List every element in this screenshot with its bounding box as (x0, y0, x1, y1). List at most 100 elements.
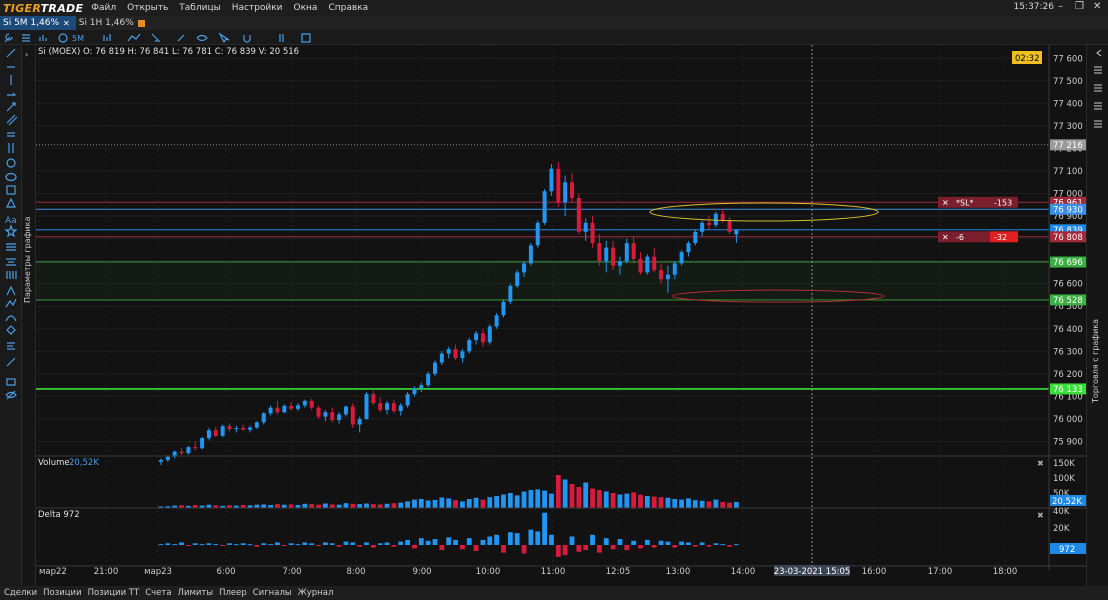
x-tick-label: мар22 (39, 567, 67, 577)
chart-params-sidebar[interactable]: › Параметры графика (22, 45, 36, 586)
text-tool-icon[interactable]: Aa (5, 216, 17, 226)
order-widget[interactable]: ✕ -6 -32 (938, 231, 1018, 243)
volume-bar (535, 489, 541, 508)
trading-from-chart-label: Торговля с графика (1091, 318, 1100, 403)
delta-bar (398, 541, 404, 545)
order-widget[interactable]: ✕ *SL* -153 (938, 196, 1018, 208)
y-tick-label: 76 300 (1053, 347, 1083, 357)
volume-bar (658, 497, 664, 508)
tab-accounts[interactable]: Счета (145, 588, 171, 598)
delta-bar (535, 531, 541, 545)
volume-bar (521, 491, 527, 508)
x-tick-label: 18:00 (993, 567, 1018, 577)
chart-area[interactable]: 77 60077 50077 40077 30077 20077 10077 0… (36, 45, 1086, 586)
delta-bar (720, 544, 726, 546)
diamond-tool-icon[interactable] (6, 325, 16, 335)
candle-body (316, 407, 321, 417)
channel-tool-icon[interactable] (6, 114, 18, 126)
bottom-panel-tabs: Сделки Позиции Позиции ТТ Счета Лимиты П… (0, 586, 1108, 600)
rect-tool-icon[interactable] (6, 185, 16, 195)
tab-close-icon[interactable]: ✕ (63, 19, 70, 28)
objects-icon[interactable] (151, 33, 160, 42)
delta-bar (590, 534, 595, 545)
list-icon[interactable] (1094, 84, 1102, 92)
tab-player[interactable]: Плеер (219, 588, 247, 598)
volume-bar (555, 475, 561, 508)
magnet-icon[interactable] (243, 35, 251, 43)
ray-tool-icon[interactable] (7, 92, 17, 96)
path-tool-icon[interactable] (5, 298, 17, 308)
brush-tool-icon[interactable] (6, 285, 16, 296)
triangle-tool-icon[interactable] (6, 197, 16, 208)
tab-journal[interactable]: Журнал (298, 588, 334, 598)
pitchfork-tool-icon[interactable] (8, 143, 14, 153)
gann-tool-icon[interactable] (6, 271, 17, 279)
calendar-icon[interactable] (301, 33, 311, 43)
fib-tool-icon[interactable] (6, 243, 16, 251)
text-list-tool-icon[interactable] (7, 342, 15, 350)
trading-sidebar[interactable]: Торговля с графика (1086, 45, 1108, 586)
list-icon[interactable] (1094, 66, 1102, 74)
list-icon[interactable] (22, 34, 30, 42)
bars-icon[interactable] (39, 35, 47, 41)
volume-bar (699, 500, 705, 508)
menu-open[interactable]: Открыть (127, 3, 168, 13)
timeframe-label[interactable]: 5M (72, 34, 84, 43)
curve-tool-icon[interactable] (5, 315, 17, 322)
fib-fan-tool-icon[interactable] (6, 258, 16, 266)
candle-body (638, 258, 643, 273)
parallel-tool-icon[interactable] (7, 132, 15, 137)
maximize-icon[interactable]: ❐ (1075, 1, 1084, 12)
volume-bar (706, 501, 712, 508)
pencil-icon[interactable] (177, 34, 185, 42)
menu-help[interactable]: Справка (328, 3, 368, 13)
minimize-icon[interactable]: – (1058, 1, 1063, 12)
tab-positions[interactable]: Позиции (43, 588, 81, 598)
list-icon[interactable] (1094, 120, 1102, 128)
candle-body (419, 385, 424, 389)
clock-icon[interactable] (58, 33, 68, 43)
list-icon[interactable] (1094, 102, 1102, 110)
delta-bar (357, 545, 363, 547)
tab-si-1h[interactable]: Si 1H 1,46% (76, 16, 151, 30)
delta-bar (268, 544, 273, 546)
menu-windows[interactable]: Окна (294, 3, 318, 13)
menu-settings[interactable]: Настройки (232, 3, 283, 13)
pointer-icon[interactable] (218, 32, 230, 44)
candle-body (412, 388, 417, 395)
candle-body (522, 263, 527, 273)
candles-icon[interactable] (103, 34, 111, 41)
tab-limits[interactable]: Лимиты (178, 588, 214, 598)
tab-label: Si 1H 1,46% (78, 18, 134, 28)
star-tool-icon[interactable] (4, 224, 18, 238)
eye-hidden-icon[interactable] (5, 390, 17, 400)
cursor-tool-icon[interactable] (6, 48, 16, 58)
chevron-left-icon[interactable] (1096, 49, 1102, 57)
volume-bar (412, 499, 417, 508)
y-tick-label: 76 400 (1053, 325, 1083, 335)
wrench-icon[interactable] (4, 33, 13, 43)
close-icon[interactable]: ✕ (1093, 1, 1101, 12)
chart-toolbar: 5M (0, 30, 1108, 45)
sort-icon[interactable] (279, 34, 284, 42)
tab-trades[interactable]: Сделки (4, 588, 37, 598)
tab-color-marker (137, 19, 145, 27)
lock-icon[interactable] (6, 378, 16, 386)
menu-tables[interactable]: Таблицы (179, 3, 220, 13)
eye-icon[interactable] (196, 34, 208, 42)
candle-body (583, 222, 588, 232)
delta-bar (233, 544, 239, 546)
tab-signals[interactable]: Сигналы (253, 588, 292, 598)
delta-bar (679, 541, 684, 545)
arrow-tool-icon[interactable] (6, 102, 16, 112)
tab-si-5m[interactable]: Si 5M 1,46% ✕ (0, 16, 76, 30)
chevron-right-icon[interactable]: › (25, 50, 28, 59)
tab-positions-tt[interactable]: Позиции ТТ (88, 588, 140, 598)
ruler-tool-icon[interactable] (6, 357, 16, 367)
volume-bar (576, 487, 582, 508)
menu-file[interactable]: Файл (91, 3, 116, 13)
circle-tool-icon[interactable] (6, 158, 16, 168)
ellipse-tool-icon[interactable] (5, 172, 17, 182)
indicator-icon[interactable] (127, 33, 141, 42)
delta-bar (309, 543, 315, 545)
